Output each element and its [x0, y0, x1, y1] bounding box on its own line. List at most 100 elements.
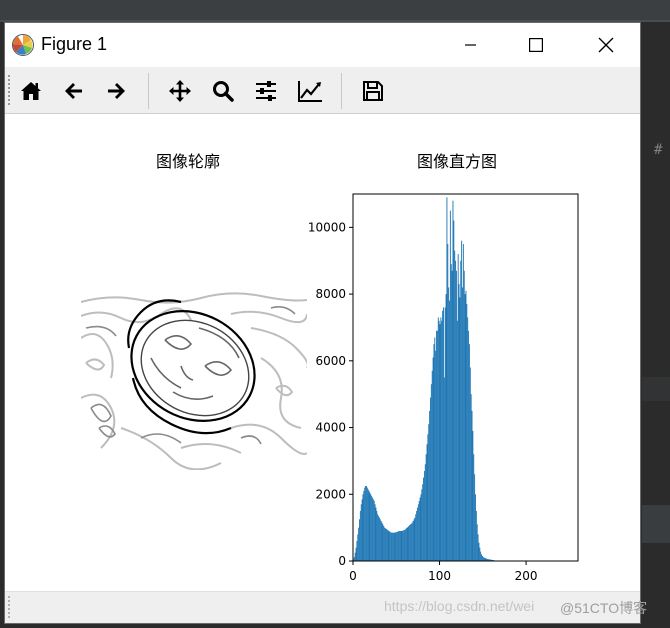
figure-canvas[interactable]: 图像轮廓 图像直方图 0 2000 4000 6000 8000 10000 0…	[5, 114, 640, 591]
histogram-bar	[466, 304, 468, 561]
forward-button[interactable]	[102, 77, 130, 105]
toolbar-separator	[148, 73, 149, 109]
histogram-bar	[481, 554, 482, 561]
histogram-bar	[379, 519, 381, 561]
ide-editor-band	[642, 505, 670, 543]
histogram-bar	[364, 487, 366, 561]
histogram-bar	[463, 270, 465, 561]
histogram-bar	[464, 294, 466, 561]
histogram-bar	[357, 534, 359, 561]
y-tick-label: 2000	[315, 487, 346, 501]
ide-editor-band	[642, 377, 670, 401]
histogram-bar	[440, 317, 442, 561]
histogram-bar	[395, 532, 397, 561]
histogram-bar	[447, 244, 449, 562]
y-tick-label: 8000	[315, 287, 346, 301]
maximize-icon	[529, 38, 543, 52]
histogram-bar	[451, 270, 453, 561]
pan-button[interactable]	[166, 77, 194, 105]
histogram-bar	[430, 384, 432, 561]
watermark-url: https://blog.csdn.net/wei	[384, 598, 535, 614]
histogram-bar	[358, 527, 360, 561]
histogram-bar	[469, 367, 471, 561]
histogram-bar	[356, 540, 358, 561]
histogram-bar	[436, 330, 437, 561]
histogram-bar	[427, 434, 429, 561]
minimize-button[interactable]	[448, 23, 494, 67]
back-button[interactable]	[60, 77, 88, 105]
edit-axis-icon	[298, 81, 322, 102]
watermark-brand: @51CTO博客	[560, 600, 648, 616]
histogram-bar	[353, 557, 355, 561]
histogram-bar	[468, 344, 470, 561]
save-button[interactable]	[359, 77, 387, 105]
window-title: Figure 1	[41, 34, 108, 54]
histogram-bar	[380, 520, 382, 561]
histogram-bar	[461, 240, 463, 561]
histogram-bar	[437, 317, 439, 561]
histogram-bar	[354, 552, 356, 561]
back-icon	[65, 83, 82, 99]
close-button[interactable]	[583, 23, 629, 67]
histogram-bar	[474, 474, 476, 561]
histogram-bar	[422, 484, 424, 561]
y-axis-ticks: 0 2000 4000 6000 8000 10000	[308, 220, 353, 568]
histogram-bar	[387, 530, 389, 561]
histogram-bar	[426, 444, 428, 561]
histogram-bar	[413, 519, 415, 561]
ide-comment-glyph: #	[654, 142, 663, 158]
histogram-bar	[359, 510, 361, 561]
histogram-bar	[398, 531, 399, 561]
histogram-bar	[435, 350, 437, 561]
y-tick-label: 6000	[315, 354, 346, 368]
histogram-bar	[471, 410, 473, 561]
histogram-bar	[479, 547, 481, 561]
histogram-bar	[391, 532, 392, 561]
maximize-button[interactable]	[513, 23, 559, 67]
x-axis-ticks: 0 100 200	[349, 561, 538, 583]
histogram-bar	[434, 337, 436, 561]
histogram-bar	[420, 494, 422, 561]
histogram-chart: 0 2000 4000 6000 8000 10000 0 100 200	[308, 193, 579, 583]
histogram-bar	[372, 497, 373, 561]
histogram-bar	[371, 495, 373, 561]
histogram-bar	[424, 464, 426, 561]
histogram-bar	[378, 515, 380, 561]
histogram-bar	[441, 320, 443, 561]
histogram-bar	[473, 454, 475, 561]
histogram-bar	[408, 525, 410, 561]
histogram-bar	[405, 528, 407, 561]
zoom-button[interactable]	[209, 77, 237, 105]
histogram-bar	[444, 307, 446, 561]
histogram-bar	[449, 300, 450, 561]
histogram-bar	[386, 529, 388, 561]
histogram-bar	[367, 489, 369, 561]
histogram-bar	[369, 492, 371, 561]
histogram-bar	[406, 527, 408, 561]
histogram-bar	[453, 220, 455, 561]
forward-icon	[108, 83, 125, 99]
home-button[interactable]	[17, 77, 45, 105]
histogram-bar	[375, 507, 377, 561]
histogram-bar	[410, 524, 412, 561]
histogram-bar	[396, 531, 398, 561]
histogram-bar	[462, 244, 464, 562]
histogram-bar	[433, 344, 435, 561]
histogram-bar	[382, 524, 384, 561]
histogram-bar	[442, 310, 444, 561]
histogram-bar	[383, 525, 385, 561]
x-tick-label: 100	[428, 569, 451, 583]
histogram-bar	[365, 485, 367, 561]
right-subplot-title: 图像直方图	[417, 152, 498, 171]
histogram-bar	[423, 477, 425, 561]
histogram-bar	[409, 524, 411, 561]
navigation-toolbar	[5, 67, 640, 114]
configure-subplots-button[interactable]	[252, 77, 280, 105]
histogram-bar	[391, 532, 393, 561]
save-icon	[363, 81, 383, 101]
toolbar-grip[interactable]	[8, 75, 10, 107]
histogram-bar	[414, 517, 416, 561]
histogram-bar	[470, 394, 472, 561]
histogram-bar	[401, 530, 403, 561]
edit-axis-button[interactable]	[296, 77, 324, 105]
